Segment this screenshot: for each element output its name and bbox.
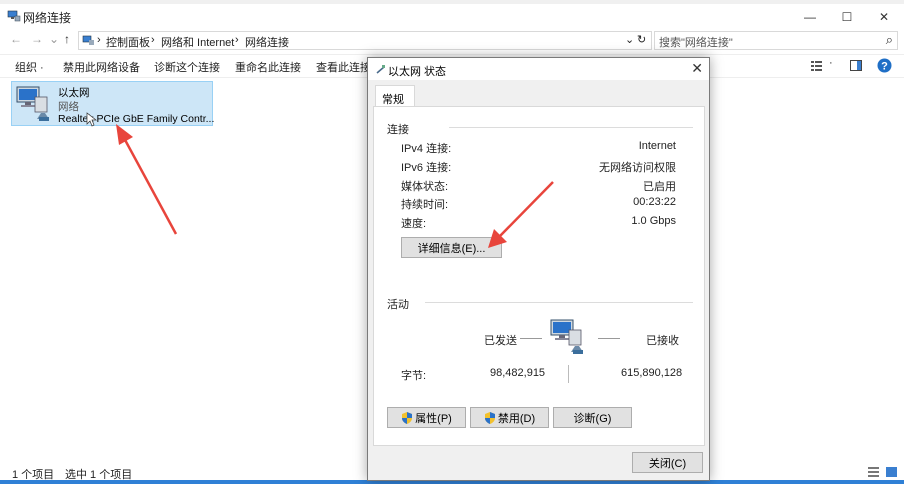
speed-value: 1.0 Gbps (631, 215, 676, 227)
recent-locations-icon[interactable]: ⌄ (49, 32, 59, 46)
svg-text:?: ? (881, 61, 888, 73)
ipv4-label: IPv4 连接: (401, 143, 452, 155)
sent-dash (520, 338, 542, 339)
bytes-label: 字节: (401, 370, 427, 382)
uac-shield-icon (484, 411, 495, 424)
address-separator: › (151, 34, 155, 46)
connection-group-line (449, 127, 693, 128)
duration-value: 00:23:22 (633, 196, 676, 208)
received-label: 已接收 (646, 335, 679, 347)
media-state-value: 已启用 (643, 181, 676, 193)
maximize-button[interactable]: ☐ (829, 4, 865, 30)
search-placeholder: 搜索"网络连接" (659, 37, 733, 49)
details-view-icon[interactable] (868, 467, 879, 477)
network-connections-icon (7, 10, 21, 22)
search-icon[interactable]: ⌕ (886, 32, 893, 48)
minimize-button[interactable]: — (792, 4, 828, 30)
media-state-label: 媒体状态: (401, 181, 449, 193)
ethernet-status-icon (376, 65, 385, 74)
disable-label: 禁用(D) (497, 412, 536, 425)
address-dropdown-icon[interactable]: ⌄ (625, 33, 634, 46)
general-panel: 连接 IPv4 连接: Internet IPv6 连接: 无网络访问权限 媒体… (373, 106, 705, 446)
connection-group-label: 连接 (387, 121, 409, 137)
bytes-sent-value: 98,482,915 (490, 367, 546, 379)
view-dropdown-icon[interactable]: · (829, 57, 833, 69)
uac-shield-icon (402, 411, 413, 424)
window-title: 网络连接 (23, 11, 72, 25)
ethernet-adapter-item[interactable]: 以太网 网络 Realtek PCIe GbE Family Contr... (11, 81, 215, 126)
dialog-close-button[interactable]: ✕ (691, 60, 703, 77)
details-button[interactable]: 详细信息(E)... (401, 237, 502, 258)
preview-pane-icon[interactable] (850, 60, 862, 71)
activity-network-icon (550, 319, 583, 354)
view-status-button[interactable]: 查看此连接 (316, 59, 371, 75)
dialog-title-bar: 以太网 状态 ✕ (368, 58, 709, 80)
properties-label: 属性(P) (415, 412, 452, 425)
title-bar: 网络连接 — ☐ ✕ (0, 4, 904, 30)
ipv6-value: 无网络访问权限 (599, 162, 676, 174)
disable-button[interactable]: 禁用(D) (470, 407, 549, 428)
address-bar[interactable]: › 控制面板 › 网络和 Internet › 网络连接 ⌄ ↻ (78, 31, 652, 50)
breadcrumb-network-connections[interactable]: 网络连接 (245, 34, 289, 50)
help-icon[interactable]: ? (877, 58, 892, 73)
diagnose-button[interactable]: 诊断(G) (553, 407, 632, 428)
large-icons-view-icon[interactable] (886, 467, 897, 477)
ipv6-label: IPv6 连接: (401, 162, 452, 174)
close-button[interactable]: ✕ (866, 4, 902, 30)
address-separator: › (97, 34, 101, 46)
breadcrumb-network-internet[interactable]: 网络和 Internet (161, 34, 234, 50)
breadcrumb-control-panel[interactable]: 控制面板 (106, 34, 150, 50)
bytes-divider (568, 365, 569, 383)
navigation-bar: ← → ⌄ ↑ › 控制面板 › 网络和 Internet › 网络连接 ⌄ ↻… (0, 30, 904, 52)
ethernet-status-dialog: 以太网 状态 ✕ 常规 连接 IPv4 连接: Internet IPv6 连接… (367, 57, 710, 481)
activity-group-line (425, 302, 693, 303)
dialog-title: 以太网 状态 (388, 66, 447, 78)
forward-arrow-icon[interactable]: → (31, 32, 43, 46)
adapter-network: 网络 (58, 101, 79, 113)
adapter-device: Realtek PCIe GbE Family Contr... (58, 113, 215, 125)
duration-label: 持续时间: (401, 199, 449, 211)
tab-general[interactable]: 常规 (375, 85, 415, 107)
bytes-received-value: 615,890,128 (621, 367, 683, 379)
refresh-icon[interactable]: ↻ (637, 33, 646, 46)
organize-menu[interactable]: 组织 · (15, 59, 44, 75)
speed-label: 速度: (401, 218, 427, 230)
diagnose-connection-button[interactable]: 诊断这个连接 (154, 59, 220, 75)
view-options-icon[interactable] (811, 60, 823, 72)
ipv4-value: Internet (638, 140, 676, 152)
received-dash (598, 338, 620, 339)
activity-group-label: 活动 (387, 296, 409, 312)
sent-label: 已发送 (484, 335, 517, 347)
back-arrow-icon[interactable]: ← (10, 32, 22, 46)
control-panel-icon (82, 35, 94, 45)
up-arrow-icon[interactable]: ↑ (64, 32, 70, 46)
properties-button[interactable]: 属性(P) (387, 407, 466, 428)
rename-connection-button[interactable]: 重命名此连接 (235, 59, 301, 75)
disable-device-button[interactable]: 禁用此网络设备 (63, 59, 140, 75)
search-box[interactable]: 搜索"网络连接" ⌕ (654, 31, 898, 50)
address-separator: › (235, 34, 239, 46)
dialog-close-action-button[interactable]: 关闭(C) (632, 452, 703, 473)
ethernet-adapter-icon (16, 86, 49, 121)
adapter-name: 以太网 (58, 87, 90, 99)
